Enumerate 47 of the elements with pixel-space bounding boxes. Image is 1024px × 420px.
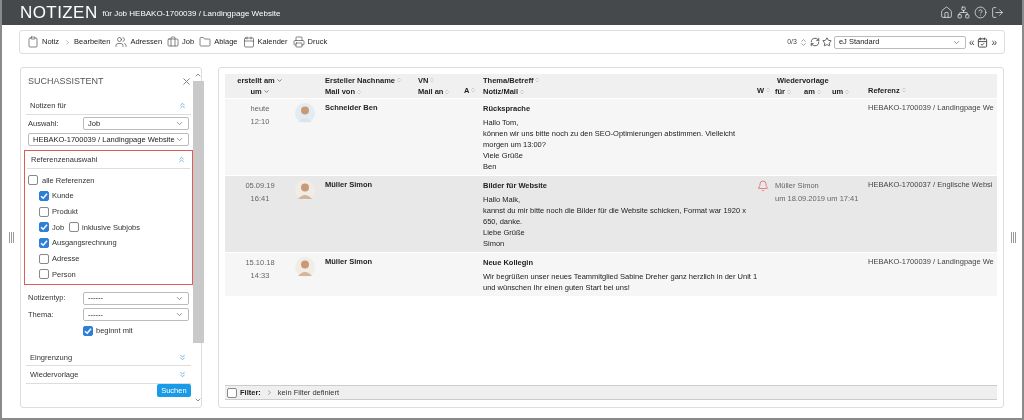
sort-icon[interactable] bbox=[798, 37, 808, 47]
chevron-right-icon[interactable] bbox=[265, 389, 273, 396]
collapse-icon[interactable] bbox=[176, 155, 186, 165]
home-icon[interactable] bbox=[940, 6, 953, 19]
chevron-right-icon bbox=[64, 38, 72, 46]
scroll-up-icon[interactable] bbox=[194, 71, 203, 79]
users-icon bbox=[115, 36, 128, 48]
star-icon[interactable] bbox=[821, 37, 832, 47]
checkbox[interactable] bbox=[39, 269, 49, 280]
sort-down-icon[interactable] bbox=[262, 88, 270, 96]
help-icon[interactable] bbox=[974, 6, 987, 19]
calendar-icon bbox=[242, 36, 255, 48]
table-row[interactable] bbox=[225, 176, 997, 252]
expand-icon[interactable] bbox=[177, 352, 187, 362]
bell-icon[interactable] bbox=[757, 180, 769, 192]
checkbox[interactable] bbox=[28, 175, 38, 186]
folder-icon bbox=[199, 36, 212, 48]
checkbox[interactable] bbox=[83, 325, 93, 336]
checkbox[interactable] bbox=[39, 222, 49, 233]
sitemap-icon[interactable] bbox=[957, 6, 970, 19]
avatar-icon bbox=[295, 180, 315, 200]
checkbox[interactable] bbox=[39, 253, 49, 264]
resize-handle-icon[interactable] bbox=[1010, 232, 1016, 243]
sort-down-icon[interactable] bbox=[275, 76, 283, 84]
scroll-down-icon[interactable] bbox=[194, 396, 203, 404]
logout-icon[interactable] bbox=[991, 6, 1004, 19]
avatar-icon bbox=[295, 257, 315, 277]
collapse-icon[interactable] bbox=[177, 101, 187, 111]
resize-handle-icon[interactable] bbox=[8, 232, 14, 243]
checkbox[interactable] bbox=[39, 238, 49, 249]
next-button[interactable]: » bbox=[991, 34, 997, 50]
avatar-icon bbox=[295, 103, 315, 123]
checkbox[interactable] bbox=[39, 206, 49, 217]
checkbox[interactable] bbox=[227, 387, 237, 398]
checkbox[interactable] bbox=[69, 222, 80, 233]
clipboard-icon bbox=[27, 36, 39, 48]
refresh-icon[interactable] bbox=[809, 37, 820, 47]
close-icon[interactable] bbox=[180, 76, 192, 88]
briefcase-icon bbox=[167, 36, 180, 48]
previous-button[interactable]: « bbox=[968, 34, 975, 50]
printer-icon bbox=[292, 36, 305, 48]
window-title: NOTIZEN bbox=[20, 1, 98, 24]
window-subtitle: für Job HEBAKO-1700039 / Landingpage Website bbox=[102, 8, 281, 20]
checkbox[interactable] bbox=[39, 191, 49, 201]
expand-icon[interactable] bbox=[177, 370, 187, 380]
calendar-check-icon[interactable] bbox=[977, 36, 989, 48]
panel-title: SUCHASSISTENT bbox=[28, 74, 104, 88]
